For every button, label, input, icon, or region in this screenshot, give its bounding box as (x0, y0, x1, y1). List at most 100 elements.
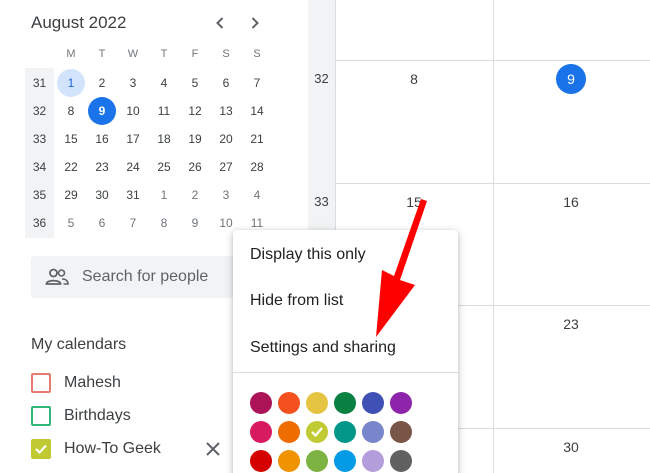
mini-calendar-day[interactable]: 25 (150, 153, 178, 181)
weekday-label: T (160, 48, 168, 60)
menu-divider (233, 372, 458, 373)
color-swatch[interactable] (362, 421, 384, 443)
calendar-item[interactable]: Mahesh (31, 371, 231, 395)
weekday-label: T (98, 48, 106, 60)
color-swatch[interactable] (278, 392, 300, 414)
mini-calendar-day[interactable]: 5 (181, 69, 209, 97)
calendar-item[interactable]: Birthdays (31, 404, 231, 428)
week-number[interactable]: 36 (25, 216, 54, 230)
mini-calendar-day[interactable]: 8 (150, 209, 178, 237)
mini-calendar-day[interactable]: 27 (212, 153, 240, 181)
weekday-label: F (191, 48, 199, 60)
color-swatch[interactable] (250, 392, 272, 414)
search-people-input[interactable]: Search for people (82, 268, 208, 286)
previous-month-button[interactable] (209, 12, 231, 34)
calendar-label: Birthdays (64, 407, 131, 424)
mini-calendar-day[interactable]: 1 (57, 69, 85, 97)
week-number[interactable]: 31 (25, 76, 54, 90)
color-swatch[interactable] (306, 421, 328, 443)
mini-calendar-day[interactable]: 9 (181, 209, 209, 237)
mini-calendar-day[interactable]: 19 (181, 125, 209, 153)
color-swatch[interactable] (334, 421, 356, 443)
mini-calendar-day[interactable]: 17 (119, 125, 147, 153)
close-icon[interactable] (202, 438, 224, 460)
checkmark-icon (35, 444, 47, 455)
calendar-item[interactable]: How-To Geek (31, 437, 231, 461)
mini-calendar-day[interactable]: 20 (212, 125, 240, 153)
people-icon (45, 268, 69, 285)
mini-calendar-day[interactable]: 2 (181, 181, 209, 209)
color-swatch[interactable] (306, 392, 328, 414)
mini-calendar-day[interactable]: 28 (243, 153, 271, 181)
mini-calendar-day[interactable]: 6 (212, 69, 240, 97)
calendar-label: How-To Geek (64, 440, 161, 457)
color-swatch[interactable] (278, 450, 300, 472)
weekday-label: S (253, 48, 261, 60)
mini-calendar-day[interactable]: 10 (119, 97, 147, 125)
mini-calendar-day[interactable]: 14 (243, 97, 271, 125)
week-number[interactable]: 32 (308, 71, 335, 86)
mini-calendar-day[interactable]: 29 (57, 181, 85, 209)
color-swatch[interactable] (362, 392, 384, 414)
mini-calendar-day[interactable]: 1 (150, 181, 178, 209)
week-number[interactable]: 33 (25, 132, 54, 146)
week-number-column (25, 68, 54, 238)
mini-calendar-day[interactable]: 22 (57, 153, 85, 181)
week-number[interactable]: 33 (308, 194, 335, 209)
weekday-label: W (127, 48, 139, 60)
color-swatch[interactable] (362, 450, 384, 472)
mini-calendar-day[interactable]: 12 (181, 97, 209, 125)
mini-calendar-day[interactable]: 5 (57, 209, 85, 237)
mini-calendar-day[interactable]: 11 (150, 97, 178, 125)
color-swatch[interactable] (306, 450, 328, 472)
mini-calendar-day[interactable]: 4 (150, 69, 178, 97)
mini-calendar-day[interactable]: 8 (57, 97, 85, 125)
mini-calendar-day[interactable]: 2 (88, 69, 116, 97)
next-month-button[interactable] (244, 12, 266, 34)
mini-calendar-day[interactable]: 4 (243, 181, 271, 209)
checkmark-icon (311, 427, 323, 438)
mini-calendar-day[interactable]: 13 (212, 97, 240, 125)
grid-divider (493, 0, 494, 473)
mini-calendar-day[interactable]: 6 (88, 209, 116, 237)
mini-calendar-day[interactable]: 26 (181, 153, 209, 181)
mini-calendar-day[interactable]: 16 (88, 125, 116, 153)
chevron-right-icon (251, 17, 259, 29)
grid-divider (335, 60, 650, 61)
mini-calendar-day[interactable]: 3 (119, 69, 147, 97)
mini-calendar-day[interactable]: 18 (150, 125, 178, 153)
calendar-label: Mahesh (64, 374, 121, 391)
mini-calendar-day[interactable]: 7 (243, 69, 271, 97)
week-number[interactable]: 35 (25, 188, 54, 202)
day-number[interactable]: 16 (556, 187, 586, 217)
week-number[interactable]: 32 (25, 104, 54, 118)
my-calendars-heading: My calendars (31, 336, 127, 353)
day-number[interactable]: 30 (556, 432, 586, 462)
calendar-checkbox[interactable] (31, 439, 51, 459)
color-swatch[interactable] (250, 450, 272, 472)
mini-calendar-day[interactable]: 24 (119, 153, 147, 181)
mini-calendar-day[interactable]: 7 (119, 209, 147, 237)
calendar-checkbox[interactable] (31, 373, 51, 393)
day-number[interactable]: 8 (399, 64, 429, 94)
mini-calendar-day[interactable]: 9 (88, 97, 116, 125)
color-swatch[interactable] (334, 392, 356, 414)
color-swatch[interactable] (250, 421, 272, 443)
color-swatch[interactable] (334, 450, 356, 472)
calendar-checkbox[interactable] (31, 406, 51, 426)
mini-calendar-day[interactable]: 30 (88, 181, 116, 209)
color-swatch[interactable] (390, 450, 412, 472)
day-number[interactable]: 23 (556, 309, 586, 339)
mini-calendar-day[interactable]: 31 (119, 181, 147, 209)
week-number[interactable]: 34 (25, 160, 54, 174)
weekday-label: M (66, 48, 76, 60)
mini-calendar-day[interactable]: 3 (212, 181, 240, 209)
color-swatch[interactable] (390, 392, 412, 414)
color-swatch[interactable] (390, 421, 412, 443)
today-date[interactable]: 9 (556, 64, 586, 94)
mini-calendar-day[interactable]: 23 (88, 153, 116, 181)
color-swatch[interactable] (278, 421, 300, 443)
mini-calendar-day[interactable]: 21 (243, 125, 271, 153)
weekday-label: S (222, 48, 230, 60)
mini-calendar-day[interactable]: 15 (57, 125, 85, 153)
